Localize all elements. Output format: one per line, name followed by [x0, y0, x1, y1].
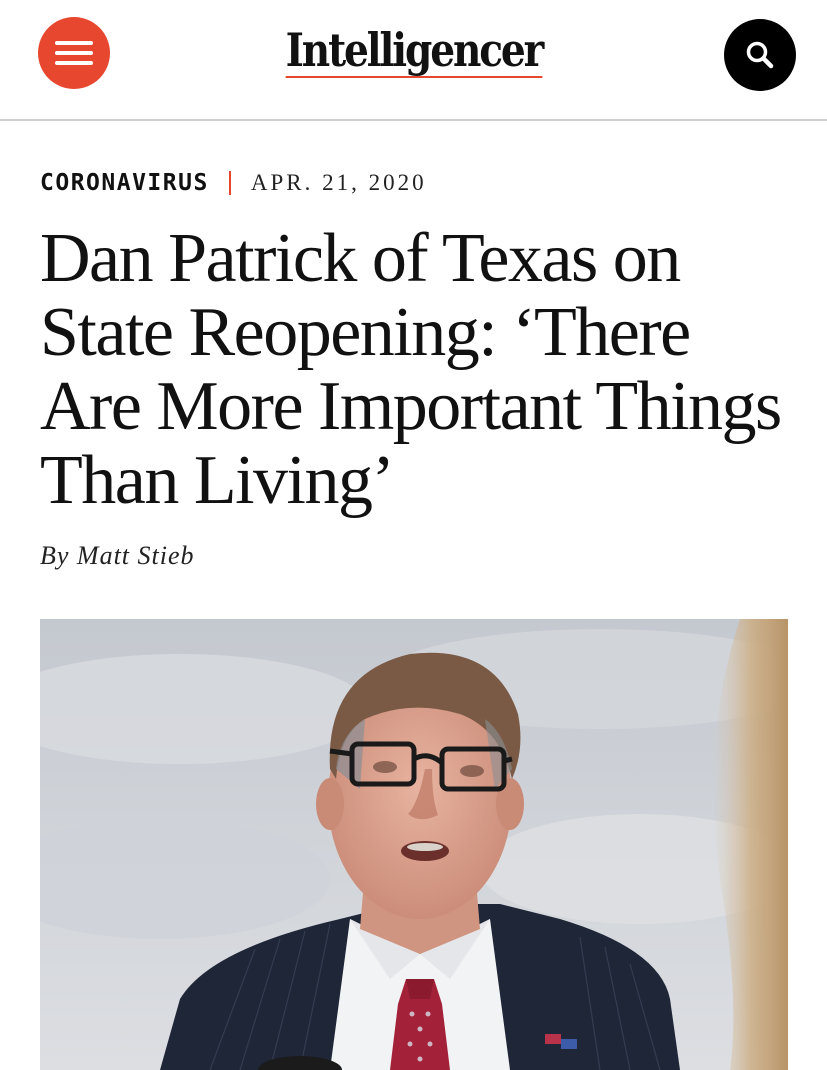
lead-photo-illustration — [40, 619, 788, 1070]
article-meta: CORONAVIRUS APR. 21, 2020 — [40, 168, 427, 198]
search-icon — [746, 41, 774, 69]
site-logo[interactable]: Intelligencer — [285, 24, 544, 78]
site-header: Intelligencer — [0, 0, 827, 121]
author-link[interactable]: Matt Stieb — [77, 541, 195, 570]
byline: By Matt Stieb — [40, 541, 195, 571]
lead-photo — [40, 619, 788, 1070]
publish-date: APR. 21, 2020 — [250, 170, 427, 195]
article-headline: Dan Patrick of Texas on State Reopening:… — [40, 220, 782, 519]
byline-prefix: By — [40, 541, 70, 570]
rubric-divider — [228, 171, 231, 195]
search-button[interactable] — [724, 19, 796, 91]
brand-container: Intelligencer — [0, 24, 827, 78]
rubric-link[interactable]: CORONAVIRUS — [40, 170, 209, 196]
